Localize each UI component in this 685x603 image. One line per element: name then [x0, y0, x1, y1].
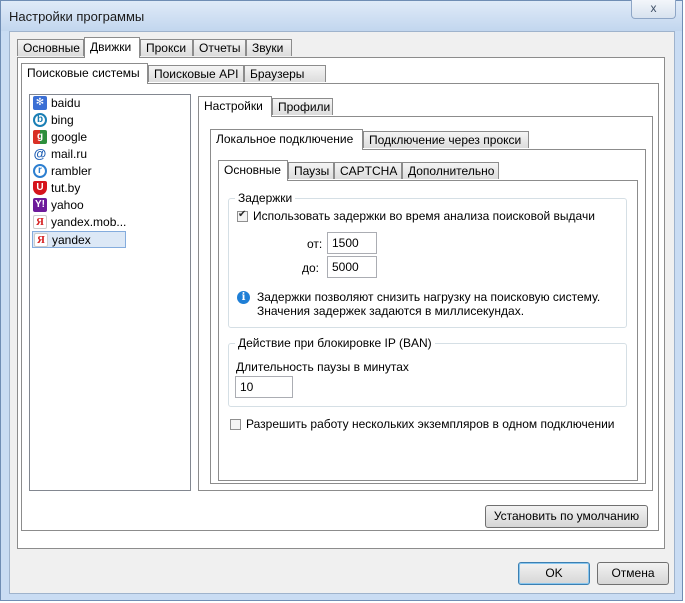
rambler-icon: r — [33, 164, 47, 178]
tab-reports[interactable]: Отчеты — [193, 39, 246, 56]
list-item[interactable]: Y! yahoo — [32, 197, 190, 214]
delays-group-title: Задержки — [235, 191, 296, 205]
to-label: до: — [302, 261, 320, 275]
delays-info-line1: Задержки позволяют снизить нагрузку на п… — [257, 290, 601, 304]
title-bar: Настройки программы x — [1, 0, 682, 31]
yandex-icon: Я — [34, 233, 48, 247]
use-delays-label: Использовать задержки во время анализа п… — [253, 209, 595, 223]
delay-from-input[interactable]: 1500 — [327, 232, 377, 254]
list-item[interactable]: g google — [32, 129, 190, 146]
engines-list[interactable]: ✻ baidu b bing g google @ mail.ru r rambler U… — [29, 94, 191, 491]
list-item[interactable]: ✻ baidu — [32, 95, 190, 112]
multi-instances-checkbox[interactable] — [230, 419, 241, 430]
tab-settings[interactable]: Настройки — [198, 96, 272, 117]
tab-proxy[interactable]: Прокси — [140, 39, 193, 56]
use-delays-checkbox[interactable] — [237, 209, 248, 222]
tab-main[interactable]: Основные — [17, 39, 84, 56]
list-item[interactable]: Utut.by — [32, 180, 190, 197]
delays-info-line2: Значения задержек задаются в миллисекунд… — [257, 304, 525, 318]
pause-duration-label: Длительность паузы в минутах — [236, 360, 409, 374]
tab-basic[interactable]: Основные — [218, 160, 288, 181]
tab-local-connection[interactable]: Локальное подключение — [210, 129, 363, 150]
ok-button[interactable]: OK — [518, 562, 590, 585]
info-icon: i — [237, 291, 250, 304]
tutby-icon: U — [33, 181, 47, 195]
google-icon: g — [33, 130, 47, 144]
ban-group-title: Действие при блокировке IP (BAN) — [235, 336, 435, 350]
list-item[interactable]: @ mail.ru — [32, 146, 190, 163]
list-item[interactable]: b bing — [32, 112, 190, 129]
tab-proxy-connection[interactable]: Подключение через прокси — [363, 131, 529, 148]
mailru-icon: @ — [33, 146, 47, 161]
from-label: от: — [307, 237, 323, 251]
multi-instances-label: Разрешить работу нескольких экземпляров … — [246, 417, 615, 431]
tab-search-api[interactable]: Поисковые API — [148, 65, 244, 82]
pause-duration-input[interactable]: 10 — [235, 376, 293, 398]
yandex-icon: Я — [33, 215, 47, 229]
tab-engines[interactable]: Движки — [84, 37, 140, 58]
window-title: Настройки программы — [9, 9, 145, 24]
tab-search-engines[interactable]: Поисковые системы — [21, 63, 148, 84]
tab-pauses[interactable]: Паузы — [288, 162, 334, 179]
list-item[interactable]: Яyandex — [32, 231, 126, 248]
list-item[interactable]: Яyandex.mob... — [32, 214, 190, 231]
bing-icon: b — [33, 113, 47, 127]
delay-to-input[interactable]: 5000 — [327, 256, 377, 278]
list-item[interactable]: r rambler — [32, 163, 190, 180]
tab-browsers[interactable]: Браузеры — [244, 65, 326, 82]
cancel-button[interactable]: Отмена — [597, 562, 669, 585]
baidu-icon: ✻ — [33, 96, 47, 110]
yahoo-icon: Y! — [33, 198, 47, 212]
tab-profiles[interactable]: Профили — [272, 98, 333, 115]
close-button[interactable]: x — [631, 0, 676, 19]
set-defaults-button[interactable]: Установить по умолчанию — [485, 505, 648, 528]
settings-window: Настройки программы x Основные Движки Пр… — [0, 0, 683, 601]
tab-advanced[interactable]: Дополнительно — [402, 162, 499, 179]
tab-sounds[interactable]: Звуки — [246, 39, 292, 56]
tab-captcha[interactable]: CAPTCHA — [334, 162, 402, 179]
